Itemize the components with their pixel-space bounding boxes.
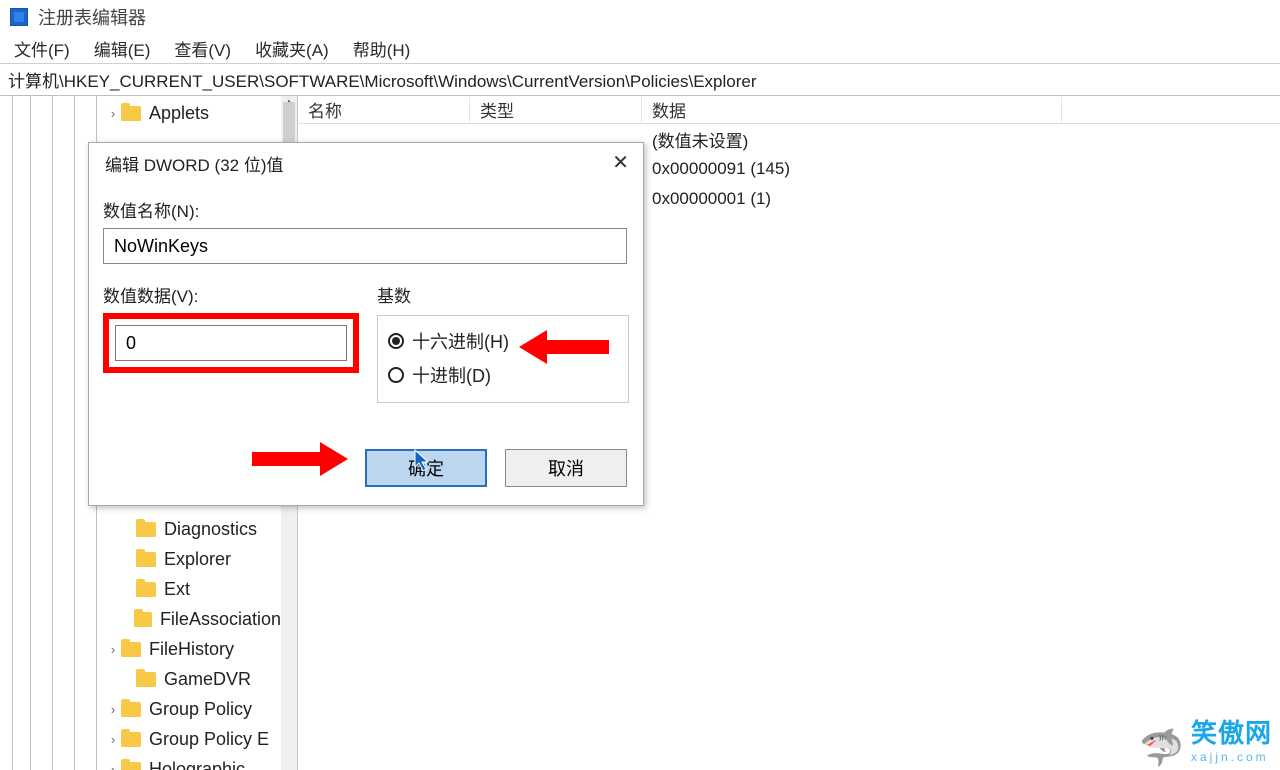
- folder-icon: [136, 582, 156, 597]
- value-data-label: 数值数据(V):: [103, 282, 359, 307]
- radio-checked-icon: [388, 333, 404, 349]
- pathbar-text: 计算机\HKEY_CURRENT_USER\SOFTWARE\Microsoft…: [8, 67, 757, 92]
- annotation-arrow-icon: [545, 340, 609, 354]
- chevron-right-icon[interactable]: ›: [105, 702, 121, 717]
- menu-help[interactable]: 帮助(H): [353, 36, 411, 61]
- menu-favorites[interactable]: 收藏夹(A): [255, 36, 329, 61]
- menu-file[interactable]: 文件(F): [14, 36, 70, 61]
- app-icon: [10, 8, 28, 26]
- tree-label: Explorer: [164, 549, 231, 570]
- watermark-name: 笑傲网: [1191, 718, 1272, 748]
- dialog-titlebar: 编辑 DWORD (32 位)值 ✕: [89, 143, 643, 183]
- tree-item[interactable]: GameDVR: [0, 664, 281, 694]
- menubar: 文件(F) 编辑(E) 查看(V) 收藏夹(A) 帮助(H): [0, 34, 1280, 64]
- folder-icon: [121, 642, 141, 657]
- cursor-icon: [414, 449, 432, 473]
- cell-data: 0x00000001 (1): [642, 189, 771, 209]
- tree-item[interactable]: › Group Policy E: [0, 724, 281, 754]
- radio-unchecked-icon: [388, 367, 404, 383]
- tree-item[interactable]: › Applets: [0, 98, 281, 128]
- watermark: 🦈 笑傲网 xajjn.com: [1139, 713, 1272, 766]
- folder-icon: [121, 106, 141, 121]
- folder-icon: [136, 672, 156, 687]
- annotation-highlight-box: [103, 313, 359, 373]
- close-icon[interactable]: ✕: [612, 153, 629, 173]
- tree-label: Group Policy: [149, 699, 252, 720]
- tree-label: FileAssociation: [160, 609, 281, 630]
- cell-data: 0x00000091 (145): [642, 159, 790, 179]
- tree-item[interactable]: › Holographic: [0, 754, 281, 770]
- tree-item[interactable]: › FileHistory: [0, 634, 281, 664]
- folder-icon: [136, 522, 156, 537]
- watermark-domain: xajjn.com: [1191, 750, 1272, 764]
- tree-label: Ext: [164, 579, 190, 600]
- titlebar: 注册表编辑器: [0, 0, 1280, 34]
- tree-label: Holographic: [149, 759, 245, 770]
- cell-data: (数值未设置): [642, 127, 748, 152]
- radio-hex-label: 十六进制(H): [412, 328, 509, 354]
- pathbar[interactable]: 计算机\HKEY_CURRENT_USER\SOFTWARE\Microsoft…: [0, 64, 1280, 96]
- value-name-input[interactable]: [103, 228, 627, 264]
- col-data[interactable]: 数据: [642, 97, 1062, 122]
- tree-label: Applets: [149, 103, 209, 124]
- dialog-buttons: 确定 取消: [365, 449, 627, 487]
- dialog-body: 数值名称(N): 数值数据(V): 基数 十六进制(H) 十进制: [89, 183, 643, 403]
- column-header: 名称 类型 数据: [298, 96, 1280, 124]
- folder-icon: [121, 762, 141, 770]
- tree-item[interactable]: Diagnostics: [0, 514, 281, 544]
- tree-label: Group Policy E: [149, 729, 269, 750]
- tree-label: FileHistory: [149, 639, 234, 660]
- tree-item[interactable]: › Group Policy: [0, 694, 281, 724]
- tree-item[interactable]: FileAssociation: [0, 604, 281, 634]
- folder-icon: [121, 732, 141, 747]
- value-data-input[interactable]: [115, 325, 347, 361]
- cancel-button[interactable]: 取消: [505, 449, 627, 487]
- base-group: 十六进制(H) 十进制(D): [377, 315, 629, 403]
- folder-icon: [121, 702, 141, 717]
- col-type[interactable]: 类型: [470, 97, 642, 122]
- shark-icon: 🦈: [1139, 730, 1185, 766]
- tree-item[interactable]: Explorer: [0, 544, 281, 574]
- menu-edit[interactable]: 编辑(E): [94, 36, 151, 61]
- tree-label: Diagnostics: [164, 519, 257, 540]
- radio-dec[interactable]: 十进制(D): [388, 358, 618, 392]
- base-group-label: 基数: [377, 282, 629, 307]
- col-name[interactable]: 名称: [298, 97, 470, 122]
- tree-label: GameDVR: [164, 669, 251, 690]
- annotation-arrow-icon: [252, 452, 322, 466]
- tree-item[interactable]: Ext: [0, 574, 281, 604]
- radio-dec-label: 十进制(D): [412, 362, 491, 388]
- dialog-title: 编辑 DWORD (32 位)值: [105, 151, 284, 176]
- app-title: 注册表编辑器: [38, 4, 146, 30]
- chevron-right-icon[interactable]: ›: [105, 732, 121, 747]
- menu-view[interactable]: 查看(V): [174, 36, 231, 61]
- folder-icon: [134, 612, 152, 627]
- chevron-right-icon[interactable]: ›: [105, 106, 121, 121]
- chevron-right-icon[interactable]: ›: [105, 762, 121, 770]
- value-name-label: 数值名称(N):: [103, 197, 629, 222]
- chevron-right-icon[interactable]: ›: [105, 642, 121, 657]
- folder-icon: [136, 552, 156, 567]
- edit-dword-dialog: 编辑 DWORD (32 位)值 ✕ 数值名称(N): 数值数据(V): 基数 …: [88, 142, 644, 506]
